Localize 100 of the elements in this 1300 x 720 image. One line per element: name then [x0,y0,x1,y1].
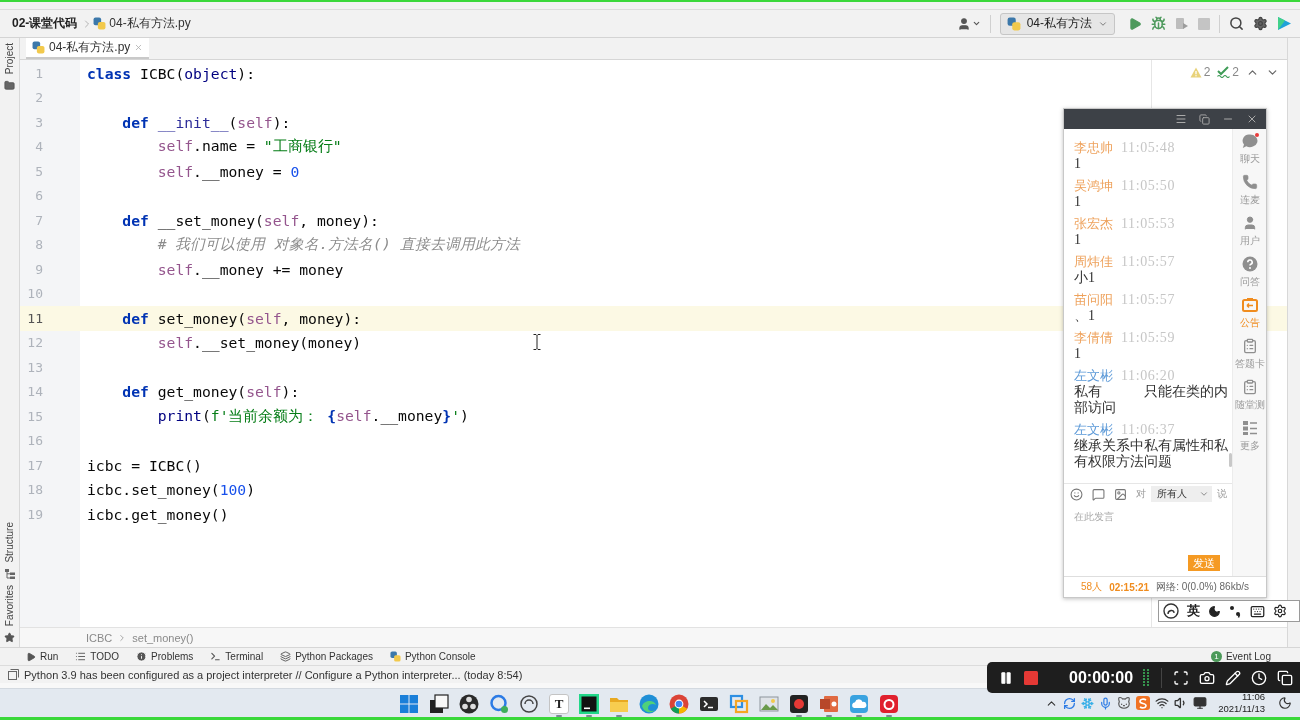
inspection-button[interactable]: 2 [1189,65,1211,79]
message-text: 1 [1074,232,1082,248]
audio-meter-icon [1142,667,1151,688]
tool-window-tab[interactable]: Favorites [4,584,15,626]
cat-icon[interactable] [1117,696,1132,710]
code-line: def set_money(self, money): [122,309,362,327]
line-number: 2 [35,90,43,106]
camera-icon[interactable] [1199,669,1216,686]
tool-window-button[interactable]: TODO [75,651,120,662]
code-line: print(f'当前余额为： {self.__money}') [157,406,469,426]
pen-icon[interactable] [1225,669,1242,686]
layers-icon [280,651,292,662]
line-number: 4 [35,139,43,155]
ring-badge-icon[interactable] [489,694,509,714]
message-text: 小1 [1074,270,1096,286]
line-number: 15 [27,408,43,424]
chat-bubble-icon[interactable] [1092,487,1105,501]
message-time: 11:05:48 [1121,140,1176,156]
inspection-button[interactable]: 2 [1217,65,1239,79]
ring-tile-icon[interactable] [879,694,899,714]
menu-icon[interactable] [1175,113,1187,125]
notification-badge: 1 [1210,651,1222,662]
settings-icon[interactable] [1273,604,1287,618]
start-icon[interactable] [399,694,419,714]
user-icon [956,16,971,31]
stop-icon[interactable] [1024,670,1038,685]
file-name[interactable]: 04-私有方法.py [109,15,191,32]
region-capture-icon[interactable] [1173,669,1190,686]
wifi-icon[interactable] [1155,696,1170,710]
sender-name: 左文彬 [1074,367,1113,385]
coverage-icon[interactable] [1175,16,1189,31]
punctuation-icon[interactable] [1229,604,1242,618]
line-number: 19 [27,506,43,522]
microphone-icon[interactable] [1099,696,1113,710]
close-icon[interactable] [1246,113,1258,125]
message-text: 1 [1074,156,1082,172]
terminal-icon[interactable] [699,694,719,714]
attendee-count: 58人 [1081,580,1103,594]
sender-name: 吴鸿坤 [1074,177,1113,195]
scrollbar-thumb[interactable] [1229,453,1232,467]
cloud-icon[interactable] [849,694,869,714]
segmented-circle-icon[interactable] [669,694,689,714]
clock-icon[interactable] [1251,669,1268,686]
pause-icon[interactable] [999,670,1013,685]
tool-window-button[interactable]: Problems [136,651,194,662]
picture-icon[interactable] [759,694,779,714]
restore-icon[interactable] [1199,113,1210,125]
record-icon[interactable] [789,694,809,714]
app-tile-icon[interactable] [579,694,599,714]
moon-icon[interactable] [1278,696,1292,710]
clock-time[interactable]: 11:06 [1241,691,1265,703]
monitor-icon[interactable] [1193,696,1208,710]
tool-window-tab[interactable]: Structure [4,522,15,563]
search-icon[interactable] [1229,16,1244,31]
code-line: def __set_money(self, money): [122,211,379,229]
tool-window-button[interactable]: Python Packages [280,651,373,662]
tool-window-button[interactable]: Python Console [389,651,476,662]
run-config-dropdown[interactable]: 04-私有方法 [999,12,1115,35]
window-icon[interactable] [1277,669,1294,686]
slides-icon[interactable] [819,694,839,714]
tool-window-button[interactable]: Run [26,651,59,662]
tool-window-button[interactable]: Terminal [210,651,264,662]
keyboard-icon[interactable] [1250,603,1265,619]
run-icon[interactable] [1128,16,1142,31]
debug-icon[interactable] [1151,16,1166,31]
message-text: 、1 [1074,308,1096,324]
image-icon[interactable] [1114,487,1127,501]
file-type-icon [32,41,45,54]
input-mode[interactable]: 英 [1187,602,1200,620]
settings-icon[interactable] [1253,16,1268,31]
event-log-button[interactable]: 1 Event Log [1210,651,1271,662]
file-tab[interactable]: 04-私有方法.py [26,38,150,59]
overlapping-squares-icon[interactable] [729,694,749,714]
code-line: self.name = "工商银行" [157,137,342,157]
clock-date[interactable]: 2021/11/13 [1218,703,1265,715]
circle-arc-icon[interactable] [1163,603,1179,619]
task-view-icon[interactable] [429,694,449,714]
star-icon [4,632,15,643]
ring-icon[interactable] [519,694,539,714]
recipient-dropdown[interactable]: 所有人 [1151,486,1212,502]
sync-icon[interactable] [1063,696,1077,710]
line-number: 11 [27,310,43,326]
message-text: 继承关系中私有属性和私有权限方法问题 [1074,438,1228,470]
file-type-icon [1006,16,1021,31]
line-number: 7 [35,212,43,228]
message-time: 11:05:59 [1121,330,1176,346]
tool-window-tab[interactable]: Project [4,43,15,75]
recipient-label: 对 [1136,487,1146,501]
caret-icon [971,19,981,28]
dark-disc-icon[interactable] [459,694,479,714]
moon-icon[interactable] [1208,604,1221,618]
account-button[interactable] [956,16,981,31]
s-tile-icon[interactable] [1136,696,1151,710]
emoji-icon[interactable] [1070,487,1083,501]
wave-circle-icon[interactable] [639,694,659,714]
sender-name: 李忠帅 [1074,139,1113,157]
gradient-play-icon[interactable] [1277,16,1292,31]
taskbar-button[interactable]: T [549,694,569,714]
project-name[interactable]: 02-课堂代码 [12,15,78,32]
code-line: icbc = ICBC() [87,456,202,474]
